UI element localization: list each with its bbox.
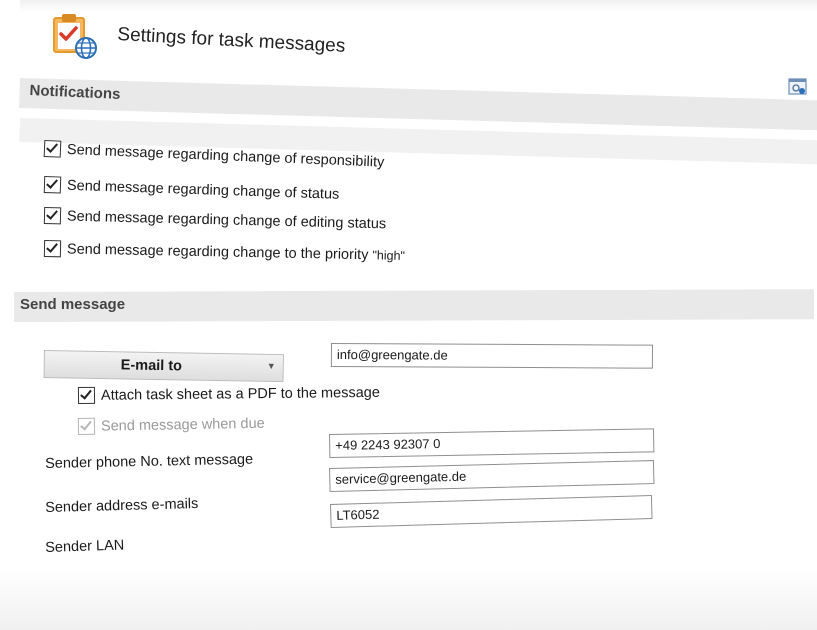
chevron-down-icon: ▼	[266, 360, 276, 372]
task-settings-icon	[53, 14, 97, 59]
editing-status-checkbox[interactable]	[43, 207, 62, 225]
recipient-type-label: E-mail to	[120, 357, 183, 375]
responsibility-checkbox[interactable]	[43, 140, 62, 158]
recipient-email-input[interactable]: info@greengate.de	[330, 343, 653, 369]
settings-page: Settings for task messages Notifications…	[0, 0, 817, 630]
settings-window-icon[interactable]	[788, 78, 808, 96]
attach-pdf-label: Attach task sheet as a PDF to the messag…	[100, 384, 380, 404]
top-shadow	[20, 0, 817, 12]
status-checkbox[interactable]	[43, 176, 62, 194]
priority-high-checkbox[interactable]	[43, 240, 62, 258]
attach-pdf-checkbox[interactable]	[77, 386, 96, 404]
option-send-when-due: Send message when due	[77, 415, 265, 435]
option-attach-pdf[interactable]: Attach task sheet as a PDF to the messag…	[77, 384, 380, 404]
recipient-type-dropdown[interactable]: E-mail to ▼	[43, 350, 284, 383]
priority-high-label-quoted: "high"	[372, 247, 406, 263]
sender-lan-label: Sender LAN	[45, 537, 125, 556]
send-message-section-title: Send message	[20, 296, 126, 313]
send-message-section-bar	[14, 289, 815, 322]
send-when-due-label: Send message when due	[100, 415, 265, 435]
send-when-due-checkbox	[77, 417, 96, 435]
